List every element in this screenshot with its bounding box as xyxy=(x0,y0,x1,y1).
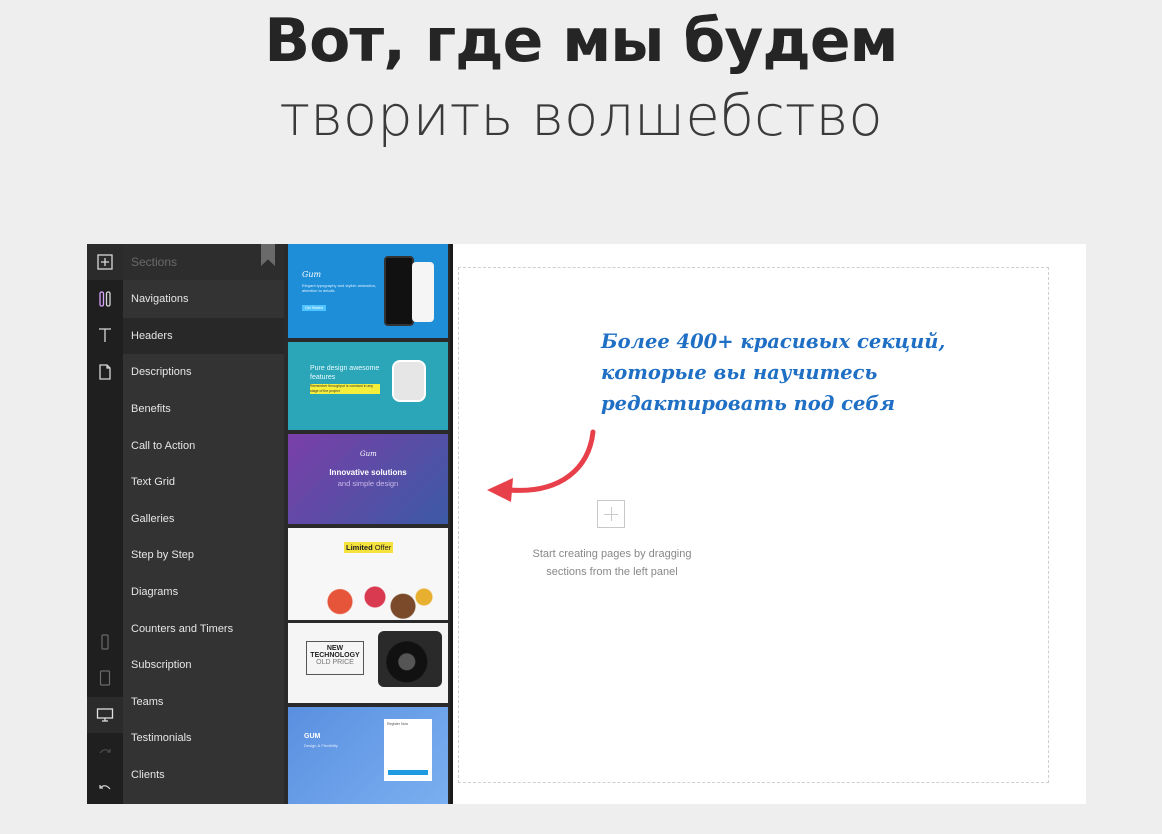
undo-icon[interactable] xyxy=(87,770,123,806)
promo-note-line: которые вы научитесь xyxy=(601,361,878,384)
thumb-text: Elegant typography and stylish animation… xyxy=(302,283,377,293)
palette-icon[interactable] xyxy=(87,281,123,317)
section-thumbnail[interactable]: Limited Offer xyxy=(288,528,448,620)
sections-header: Sections xyxy=(123,244,284,280)
section-item-navigations[interactable]: Navigations xyxy=(123,281,284,318)
thumb-highlight: Remember throughput is constant in any s… xyxy=(310,384,380,394)
thumb-button: Get Started xyxy=(302,305,326,311)
thumb-title-a: Limited xyxy=(346,543,373,552)
drop-zone[interactable]: Более 400+ красивых секций, которые вы н… xyxy=(458,267,1049,783)
section-item-text-grid[interactable]: Text Grid xyxy=(123,464,284,501)
thumb-title: Limited Offer xyxy=(344,542,394,553)
section-thumbnail[interactable]: NEW TECHNOLOGY OLD PRICE xyxy=(288,623,448,703)
empty-state-text: Start creating pages by dragging section… xyxy=(532,548,692,578)
section-thumbnail[interactable]: Gum Innovative solutions and simple desi… xyxy=(288,434,448,524)
thumb-title: GUM xyxy=(304,733,321,740)
camera-image xyxy=(378,631,442,687)
section-thumbnail[interactable]: Pure design awesome features Remember th… xyxy=(288,342,448,430)
thumb-subtitle: Design & Flexibility xyxy=(304,743,338,748)
thumb-title: Innovative solutions xyxy=(329,468,407,477)
section-item-teams[interactable]: Teams xyxy=(123,684,284,721)
thumb-title: Pure design awesome features xyxy=(310,365,380,381)
phone-image xyxy=(412,262,434,322)
section-item-clients[interactable]: Clients xyxy=(123,757,284,794)
promo-note-line: Более 400+ красивых секций, xyxy=(601,330,946,353)
sections-panel: Sections Navigations Headers Description… xyxy=(123,244,284,804)
section-item-testimonials[interactable]: Testimonials xyxy=(123,720,284,757)
section-thumbnail[interactable]: Gum Elegant typography and stylish anima… xyxy=(288,244,448,338)
icon-rail xyxy=(87,244,123,804)
brand-logo: Gum xyxy=(302,270,322,279)
section-item-step-by-step[interactable]: Step by Step xyxy=(123,537,284,574)
thumb-line-3: OLD PRICE xyxy=(316,659,354,666)
section-item-counters-and-timers[interactable]: Counters and Timers xyxy=(123,610,284,647)
section-item-benefits[interactable]: Benefits xyxy=(123,391,284,428)
section-item-subscription[interactable]: Subscription xyxy=(123,647,284,684)
section-item-descriptions[interactable]: Descriptions xyxy=(123,354,284,391)
section-item-headers[interactable]: Headers xyxy=(123,317,284,355)
thumb-title-box: NEW TECHNOLOGY OLD PRICE xyxy=(306,641,364,675)
form-button xyxy=(388,770,428,775)
thumb-line-2: TECHNOLOGY xyxy=(310,652,360,659)
promo-note: Более 400+ красивых секций, которые вы н… xyxy=(601,326,945,419)
builder-app: Sections Navigations Headers Description… xyxy=(87,244,1086,804)
add-square-icon[interactable] xyxy=(87,244,123,280)
thumb-line-1: NEW xyxy=(326,645,344,652)
page-canvas: Более 400+ красивых секций, которые вы н… xyxy=(453,244,1086,804)
text-icon[interactable] xyxy=(87,317,123,353)
hero-subtitle: творить волшебство xyxy=(279,84,883,149)
register-form: Register Now xyxy=(384,719,432,781)
curved-arrow-icon xyxy=(487,429,596,502)
mobile-icon[interactable] xyxy=(87,624,123,660)
food-image xyxy=(298,574,438,620)
phone-image xyxy=(384,256,414,326)
hero-title: Вот, где мы будем xyxy=(264,6,898,76)
section-thumbnails: Gum Elegant typography and stylish anima… xyxy=(284,244,453,804)
tablet-icon[interactable] xyxy=(87,660,123,696)
add-section-button[interactable] xyxy=(597,500,625,528)
page-icon[interactable] xyxy=(87,354,123,390)
bookmark-icon[interactable] xyxy=(261,244,275,266)
form-title: Register Now xyxy=(387,722,409,726)
section-item-diagrams[interactable]: Diagrams xyxy=(123,574,284,611)
sections-header-label: Sections xyxy=(131,255,178,269)
section-item-galleries[interactable]: Galleries xyxy=(123,501,284,538)
watch-image xyxy=(392,360,426,402)
section-item-call-to-action[interactable]: Call to Action xyxy=(123,427,284,464)
redo-icon[interactable] xyxy=(87,734,123,770)
promo-note-line: редактировать под себя xyxy=(601,392,896,415)
thumb-title-b: Offer xyxy=(374,543,392,552)
section-thumbnail[interactable]: GUM Design & Flexibility Register Now xyxy=(288,707,448,804)
thumb-subtitle: and simple design xyxy=(337,479,399,488)
brand-logo: Gum xyxy=(360,450,377,458)
desktop-icon[interactable] xyxy=(87,697,123,733)
